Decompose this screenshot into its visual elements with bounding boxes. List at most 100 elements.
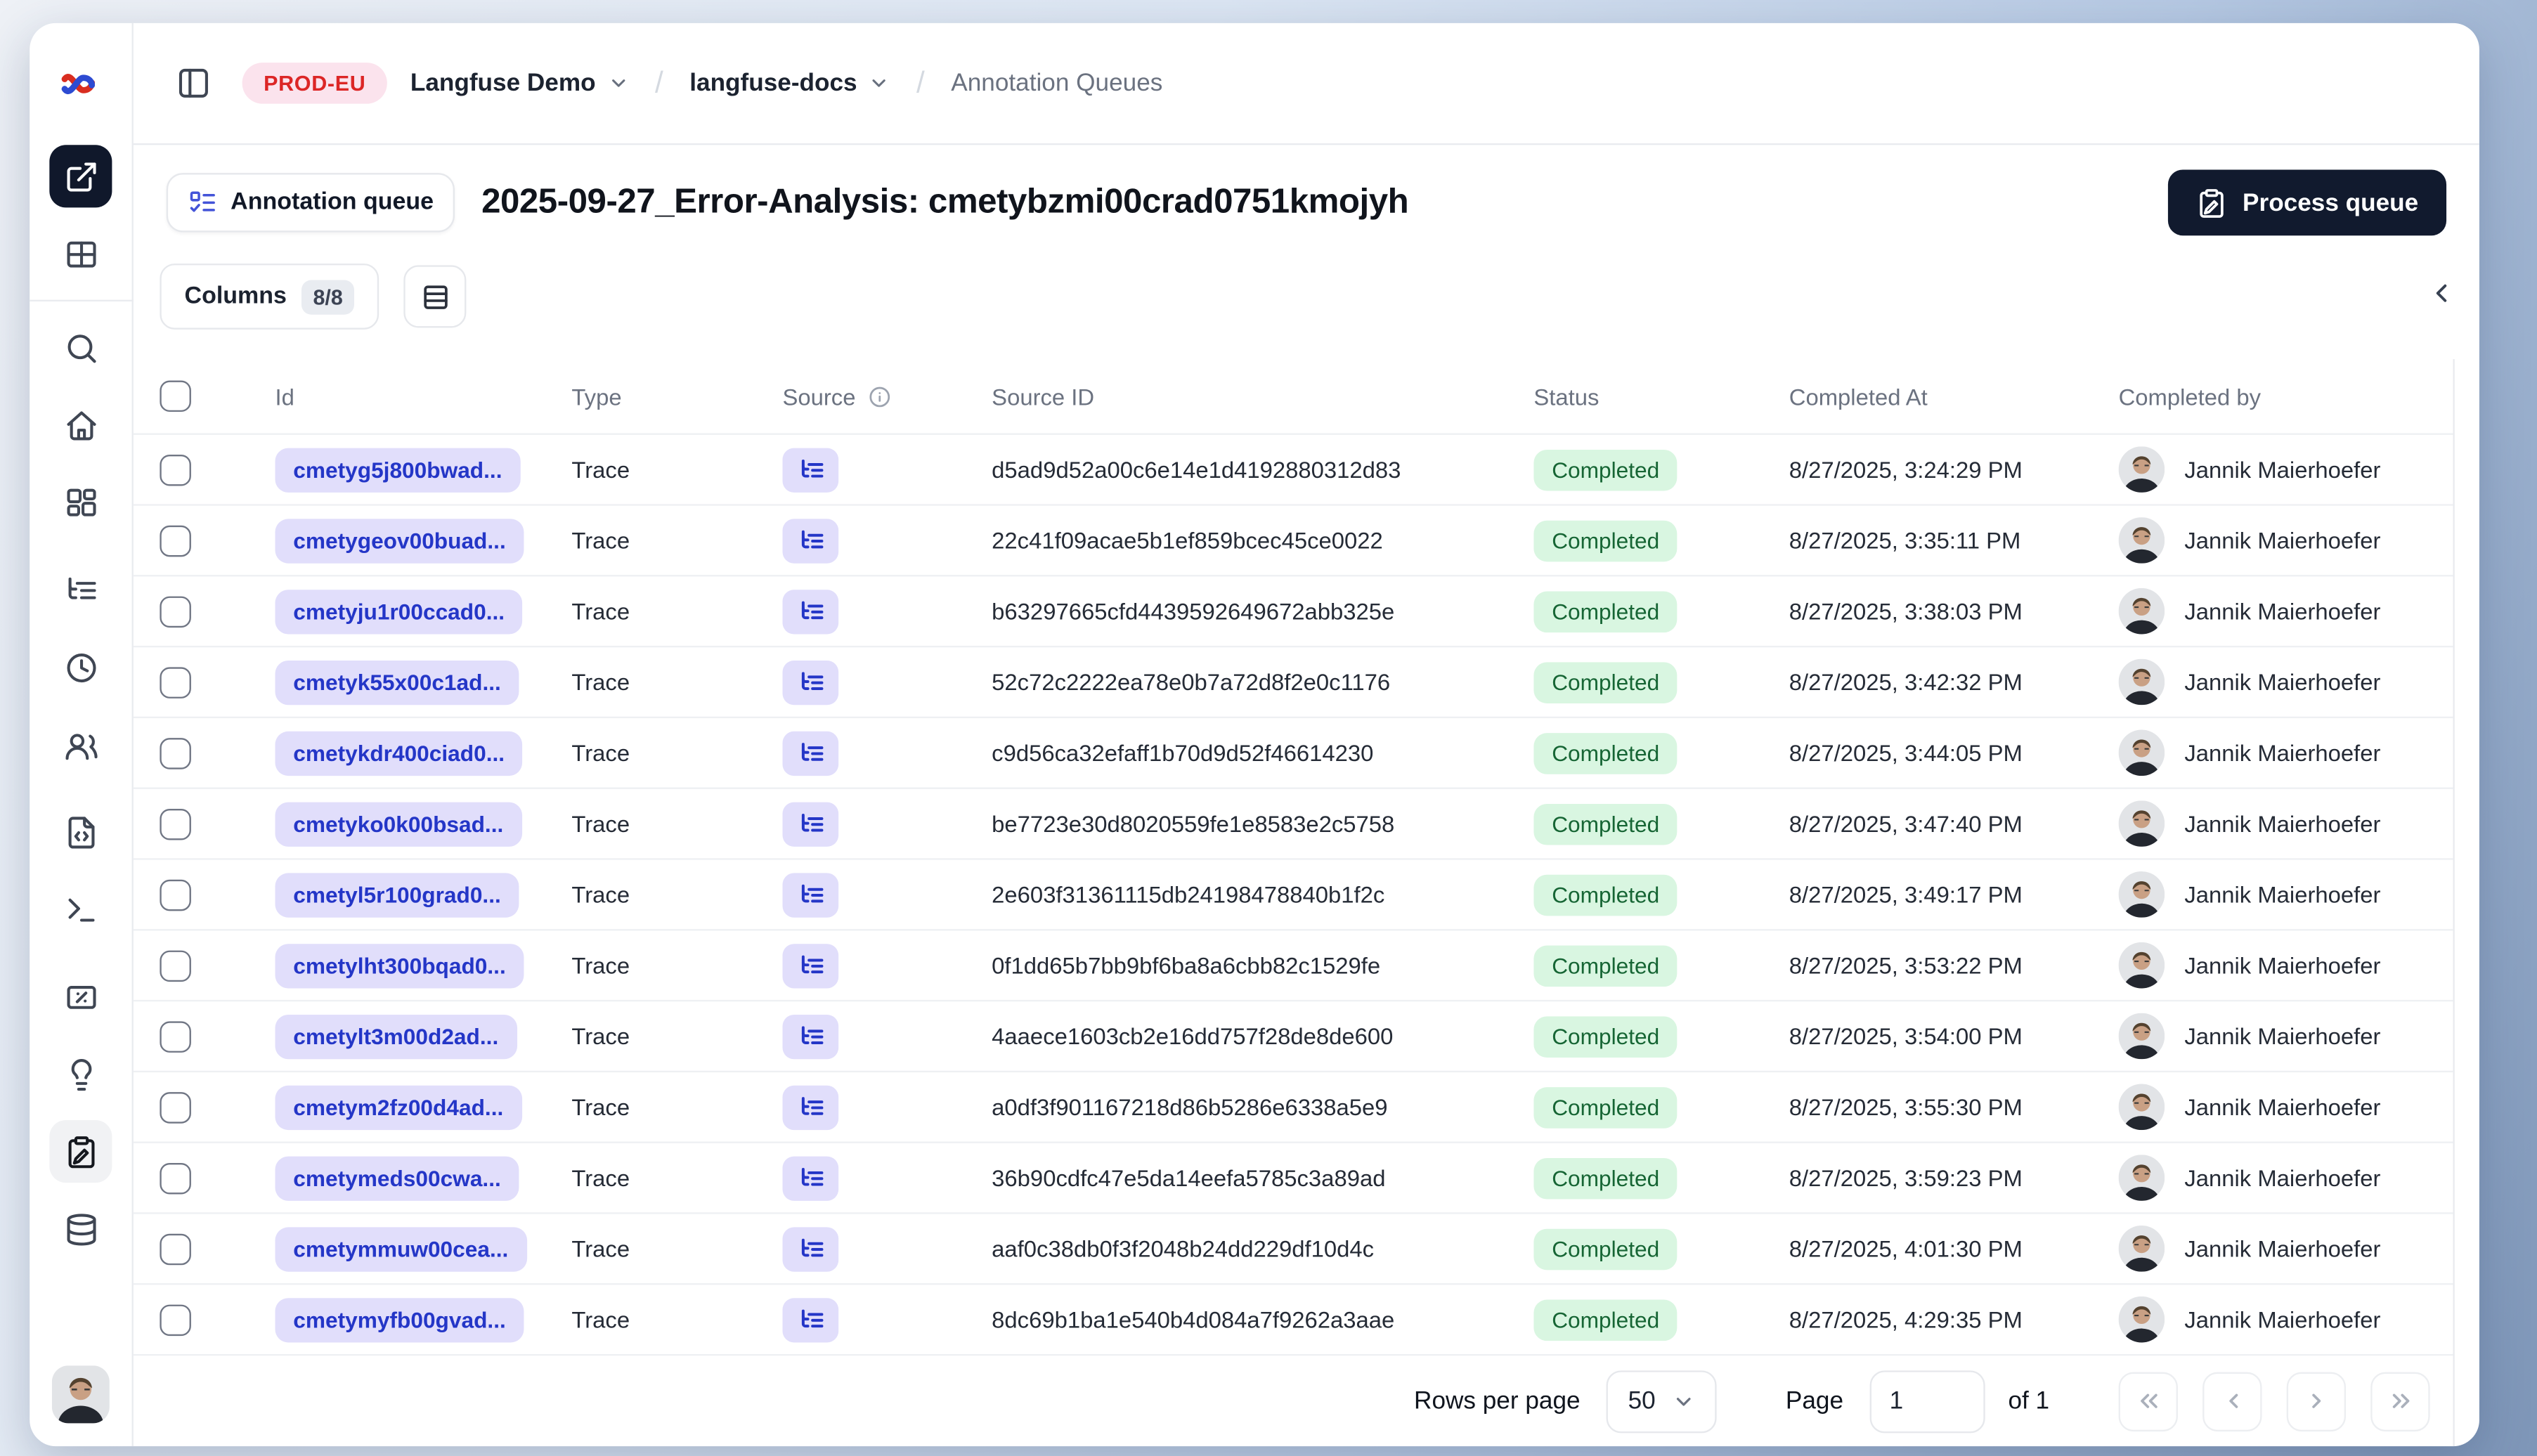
table-row[interactable]: cmetym2fz00d4ad... Trace a0df3f901167218… (133, 1072, 2453, 1143)
row-checkbox[interactable] (160, 1020, 191, 1052)
toggle-sidebar-button[interactable] (167, 57, 219, 110)
completed-at-cell: 8/27/2025, 3:55:30 PM (1789, 1093, 2023, 1121)
item-id-link[interactable]: cmetyko0k00bsad... (275, 801, 522, 846)
source-trace-button[interactable] (782, 447, 839, 492)
header-completed-at[interactable]: Completed At (1789, 383, 2119, 410)
item-id-link[interactable]: cmetykdr400ciad0... (275, 730, 523, 775)
row-checkbox[interactable] (160, 807, 191, 840)
row-checkbox[interactable] (160, 1091, 191, 1123)
next-page-button[interactable] (2286, 1371, 2347, 1431)
list-tree-icon (800, 883, 823, 902)
last-page-button[interactable] (2370, 1371, 2430, 1431)
table-row[interactable]: cmetyko0k00bsad... Trace be7723e30d80205… (133, 789, 2453, 860)
item-id-link[interactable]: cmetylt3m00d2ad... (275, 1013, 517, 1059)
columns-button[interactable]: Columns 8/8 (160, 264, 379, 330)
row-checkbox[interactable] (160, 595, 191, 627)
source-trace-button[interactable] (782, 518, 839, 563)
columns-count-badge: 8/8 (301, 279, 355, 314)
header-source-id[interactable]: Source ID (992, 383, 1533, 410)
sidebar-item-annotation-queues[interactable] (49, 1120, 112, 1183)
avatar (2118, 446, 2165, 493)
sidebar-item-datasets[interactable] (49, 1197, 112, 1260)
table-row[interactable]: cmetyju1r00ccad0... Trace b63297665cfd44… (133, 576, 2453, 648)
item-id-link[interactable]: cmetygeov00buad... (275, 518, 524, 563)
table-row[interactable]: cmetymeds00cwa... Trace 36b90cdfc47e5da1… (133, 1143, 2453, 1214)
status-badge: Completed (1533, 1228, 1678, 1270)
completed-by-cell: Jannik Maierhoefer (2118, 517, 2453, 564)
table-row[interactable]: cmetykdr400ciad0... Trace c9d56ca32efaff… (133, 718, 2453, 789)
breadcrumb-org[interactable]: Langfuse Demo (410, 69, 629, 97)
source-trace-button[interactable] (782, 1226, 839, 1271)
source-id-cell: aaf0c38db0f3f2048b24dd229df10d4c (992, 1235, 1375, 1262)
type-cell: Trace (571, 1093, 630, 1121)
item-id-link[interactable]: cmetyk55x00c1ad... (275, 659, 519, 705)
row-checkbox[interactable] (160, 666, 191, 698)
item-id-link[interactable]: cmetymmuw00cea... (275, 1226, 527, 1271)
sidebar-item-traces[interactable] (49, 559, 112, 621)
source-trace-button[interactable] (782, 730, 839, 775)
process-queue-button[interactable]: Process queue (2168, 169, 2447, 236)
user-avatar-button[interactable] (51, 1365, 110, 1424)
header-source[interactable]: Source (782, 383, 992, 410)
source-id-cell: 36b90cdfc47e5da14eefa5785c3a89ad (992, 1164, 1386, 1191)
header-status[interactable]: Status (1533, 383, 1789, 410)
item-id-link[interactable]: cmetymeds00cwa... (275, 1155, 519, 1200)
sidebar-item-insights[interactable] (49, 1043, 112, 1105)
item-id-link[interactable]: cmetyju1r00ccad0... (275, 589, 523, 634)
sidebar-item-dashboards[interactable] (49, 471, 112, 533)
source-trace-button[interactable] (782, 943, 839, 988)
collapse-panel-button[interactable] (2413, 265, 2470, 321)
item-id-link[interactable]: cmetym2fz00d4ad... (275, 1084, 522, 1129)
row-checkbox[interactable] (160, 524, 191, 557)
row-checkbox[interactable] (160, 453, 191, 486)
sidebar-item-home[interactable] (49, 394, 112, 456)
row-checkbox[interactable] (160, 737, 191, 769)
breadcrumb-project[interactable]: langfuse-docs (689, 69, 890, 97)
langfuse-logo[interactable] (30, 23, 131, 145)
table-row[interactable]: cmetymyfb00gvad... Trace 8dc69b1ba1e540b… (133, 1285, 2453, 1356)
source-trace-button[interactable] (782, 589, 839, 634)
completed-at-cell: 8/27/2025, 3:53:22 PM (1789, 951, 2023, 979)
header-type[interactable]: Type (571, 383, 782, 410)
prev-page-button[interactable] (2202, 1371, 2262, 1431)
row-checkbox[interactable] (160, 1304, 191, 1335)
source-trace-button[interactable] (782, 1084, 839, 1129)
sidebar-item-sessions[interactable] (49, 636, 112, 698)
table-row[interactable]: cmetylht300bqad0... Trace 0f1dd65b7bb9bf… (133, 930, 2453, 1002)
sidebar-item-prompts[interactable] (49, 800, 112, 863)
table-row[interactable]: cmetyl5r100grad0... Trace 2e603f31361115… (133, 860, 2453, 931)
sidebar-item-users[interactable] (49, 713, 112, 776)
sidebar-item-evaluation[interactable] (49, 966, 112, 1028)
table-row[interactable]: cmetyk55x00c1ad... Trace 52c72c2222ea78e… (133, 647, 2453, 719)
header-id[interactable]: Id (275, 383, 571, 410)
first-page-button[interactable] (2118, 1371, 2178, 1431)
item-id-link[interactable]: cmetyg5j800bwad... (275, 447, 521, 492)
open-external-button[interactable] (49, 145, 112, 208)
item-id-link[interactable]: cmetymyfb00gvad... (275, 1297, 524, 1342)
table-row[interactable]: cmetyg5j800bwad... Trace d5ad9d52a00c6e1… (133, 435, 2453, 506)
row-height-button[interactable] (403, 265, 467, 328)
sidebar-item-search[interactable] (49, 316, 112, 379)
select-all-checkbox[interactable] (160, 380, 191, 412)
row-checkbox[interactable] (160, 1162, 191, 1194)
rows-per-page-select[interactable]: 50 (1607, 1370, 1717, 1433)
sidebar-item-playground[interactable] (49, 878, 112, 940)
item-id-link[interactable]: cmetylht300bqad0... (275, 943, 524, 988)
chevron-left-icon (2228, 1393, 2238, 1408)
source-trace-button[interactable] (782, 872, 839, 917)
row-checkbox[interactable] (160, 1233, 191, 1265)
source-trace-button[interactable] (782, 801, 839, 846)
source-trace-button[interactable] (782, 1013, 839, 1059)
table-row[interactable]: cmetygeov00buad... Trace 22c41f09acae5b1… (133, 506, 2453, 577)
header-completed-by[interactable]: Completed by (2119, 383, 2453, 410)
tables-button[interactable] (49, 222, 112, 285)
item-id-link[interactable]: cmetyl5r100grad0... (275, 872, 519, 917)
table-row[interactable]: cmetymmuw00cea... Trace aaf0c38db0f3f204… (133, 1214, 2453, 1285)
row-checkbox[interactable] (160, 878, 191, 911)
table-row[interactable]: cmetylt3m00d2ad... Trace 4aaece1603cb2e1… (133, 1001, 2453, 1073)
source-trace-button[interactable] (782, 659, 839, 705)
source-trace-button[interactable] (782, 1297, 839, 1342)
row-checkbox[interactable] (160, 949, 191, 981)
source-trace-button[interactable] (782, 1155, 839, 1200)
page-number-input[interactable] (1869, 1370, 1985, 1433)
